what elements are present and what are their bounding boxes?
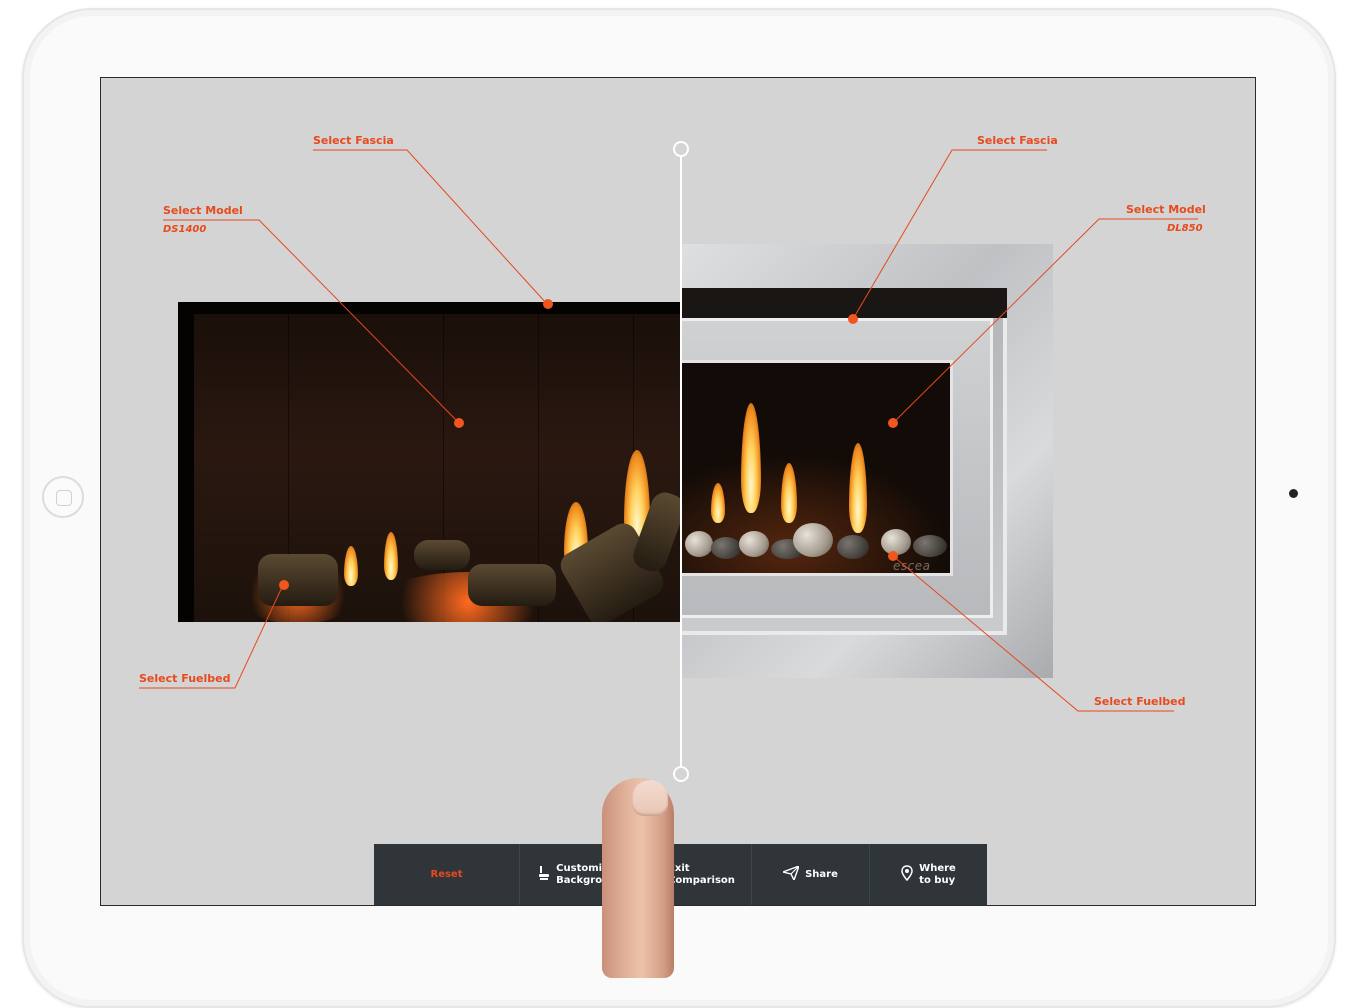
comparison-screen: escea Select Fascia Select Model DS1400 … (100, 77, 1256, 906)
left-select-model-link[interactable]: Select Model (163, 204, 243, 217)
fingernail (632, 780, 668, 816)
paint-roller-icon (538, 865, 550, 885)
stone (711, 537, 741, 559)
log (258, 554, 338, 606)
comparison-divider[interactable] (680, 149, 682, 775)
stone (685, 531, 713, 557)
stone (739, 531, 769, 557)
divider-top-handle[interactable] (673, 141, 689, 157)
right-fascia-hotspot[interactable] (848, 314, 858, 324)
stone (913, 535, 947, 557)
reset-label: Reset (430, 869, 463, 880)
left-fascia-hotspot[interactable] (543, 299, 553, 309)
left-fuelbed-hotspot[interactable] (279, 580, 289, 590)
stone (793, 523, 833, 557)
reset-button[interactable]: Reset (374, 844, 520, 905)
log (468, 564, 556, 606)
right-model-name: DL850 (1167, 223, 1203, 234)
divider-bottom-handle[interactable] (673, 766, 689, 782)
home-button[interactable] (42, 476, 84, 518)
right-select-model-link[interactable]: Select Model (1126, 203, 1206, 216)
stone (837, 535, 869, 559)
share-label: Share (805, 869, 838, 880)
brand-logo: escea (893, 559, 931, 573)
bottom-toolbar: Reset Customise Backgrou Exit Comparison… (374, 844, 987, 905)
map-pin-icon (901, 865, 913, 885)
share-button[interactable]: Share (752, 844, 870, 905)
camera-icon (1289, 489, 1298, 498)
where-to-buy-button[interactable]: Where to buy (870, 844, 987, 905)
right-select-fuelbed-link[interactable]: Select Fuelbed (1094, 695, 1185, 708)
left-fascia-line (313, 149, 548, 305)
fireplace-dl850-image: escea (681, 244, 1053, 678)
fascia-vent-bar (681, 288, 1007, 318)
paper-plane-icon (780, 864, 801, 884)
right-select-fascia-link[interactable]: Select Fascia (977, 134, 1058, 147)
left-model-hotspot[interactable] (454, 418, 464, 428)
left-select-fuelbed-link[interactable]: Select Fuelbed (139, 672, 230, 685)
log (414, 540, 470, 570)
left-select-fascia-link[interactable]: Select Fascia (313, 134, 394, 147)
exit-label: Exit Comparison (668, 863, 735, 886)
fireplace-ds1400-image (178, 302, 681, 622)
flame (741, 403, 761, 513)
where-label: Where to buy (919, 863, 956, 886)
right-fuelbed-hotspot[interactable] (888, 551, 898, 561)
firebox: escea (681, 360, 953, 576)
right-model-hotspot[interactable] (888, 418, 898, 428)
left-model-name: DS1400 (163, 224, 207, 235)
